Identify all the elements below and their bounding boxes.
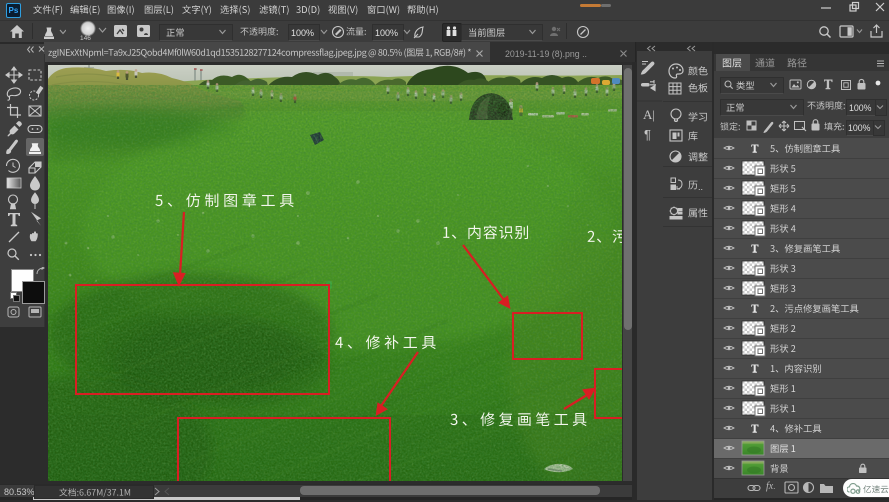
svg-text:¶: ¶ — [644, 127, 651, 142]
svg-text:A|: A| — [643, 107, 655, 122]
